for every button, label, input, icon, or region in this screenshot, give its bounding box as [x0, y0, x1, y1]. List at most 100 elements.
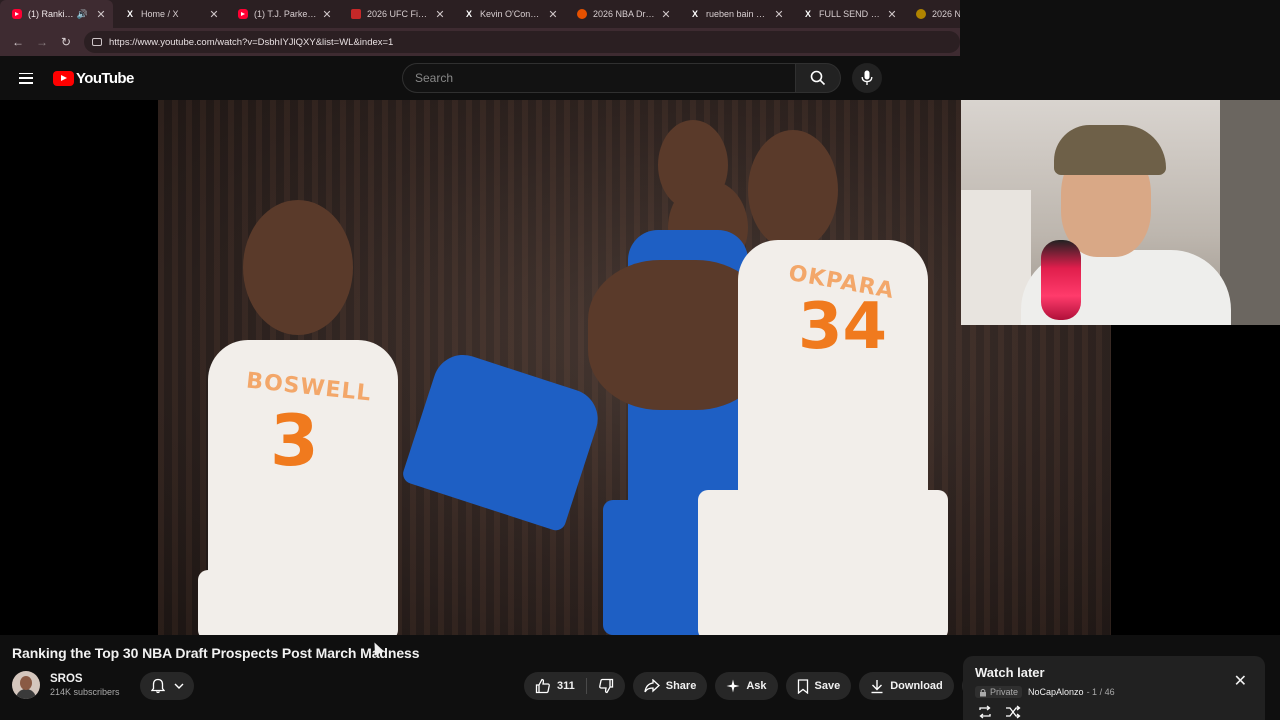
jersey-number: 34 — [798, 290, 888, 364]
close-icon[interactable]: ✕ — [547, 8, 559, 21]
microphone-icon — [861, 70, 873, 85]
webcam-overlay — [961, 100, 1280, 325]
share-icon — [644, 679, 660, 693]
url-field[interactable]: https://www.youtube.com/watch?v=DsbhIYJl… — [84, 31, 960, 53]
site-info-icon[interactable] — [92, 38, 102, 46]
like-count: 311 — [557, 680, 575, 692]
tab-label: Home / X — [141, 9, 179, 19]
share-button[interactable]: Share — [632, 672, 708, 700]
browser-tab-x-home[interactable]: X Home / X ✕ — [113, 0, 226, 28]
browser-tab-nba-draft[interactable]: 2026 NBA Draft L ✕ — [565, 0, 678, 28]
tennessee-shorts — [698, 490, 948, 635]
close-icon[interactable]: ✕ — [95, 8, 107, 21]
channel-name[interactable]: SROS — [50, 673, 120, 685]
youtube-icon — [238, 9, 248, 19]
x-icon: X — [126, 9, 133, 19]
microphone — [1041, 240, 1081, 320]
page-scroll-area — [0, 712, 960, 720]
channel-avatar[interactable] — [12, 671, 40, 699]
subscriber-count: 214K subscribers — [50, 687, 120, 697]
tab-label: 2026 NF — [932, 9, 960, 19]
chevron-down-icon — [174, 683, 183, 689]
forward-arrow-icon[interactable]: → — [30, 35, 54, 49]
speaker-icon[interactable]: 🔊 — [77, 9, 88, 20]
watch-later-panel: Watch later Private NoCapAlonzo - 1 / 46… — [963, 656, 1265, 720]
menu-icon[interactable] — [19, 72, 33, 84]
search-button[interactable] — [795, 63, 841, 93]
reload-icon[interactable]: ↻ — [54, 35, 78, 49]
tab-label: FULL SEND MMA — [819, 9, 882, 19]
playlist-controls — [977, 705, 1021, 719]
back-arrow-icon[interactable]: ← — [6, 35, 30, 49]
notification-bell-button[interactable] — [140, 672, 194, 700]
tab-label: 2026 UFC Fightce — [367, 9, 430, 19]
bell-icon — [150, 678, 165, 694]
tab-label: rueben bain cashe — [706, 9, 769, 19]
privacy-label: Private — [990, 687, 1019, 697]
like-dislike-group: 311 — [524, 672, 625, 700]
playlist-position: - 1 / 46 — [1086, 687, 1115, 697]
search-input[interactable]: Search — [402, 63, 795, 93]
bookmark-icon — [797, 678, 808, 694]
download-label: Download — [890, 680, 943, 692]
close-icon[interactable]: ✕ — [1234, 671, 1247, 691]
ufc-icon — [351, 9, 361, 19]
dislike-button[interactable] — [587, 672, 625, 700]
webcam-shelf — [1220, 100, 1280, 325]
download-button[interactable]: Download — [859, 672, 954, 700]
site-icon — [577, 9, 587, 19]
youtube-icon — [12, 9, 22, 19]
like-button[interactable]: 311 — [524, 672, 586, 700]
ask-button[interactable]: Ask — [715, 672, 778, 700]
youtube-logo[interactable]: YouTube — [53, 70, 134, 87]
url-text: https://www.youtube.com/watch?v=DsbhIYJl… — [109, 36, 394, 48]
close-icon[interactable]: ✕ — [886, 8, 898, 21]
playlist-owner[interactable]: NoCapAlonzo — [1028, 687, 1084, 697]
sparkle-icon — [726, 679, 740, 693]
browser-tab-youtube[interactable]: (1) T.J. Parker Full ✕ — [226, 0, 339, 28]
browser-tab-nfl[interactable]: 2026 NF — [904, 0, 960, 28]
privacy-badge: Private — [975, 686, 1023, 698]
youtube-play-icon — [53, 70, 74, 86]
ask-label: Ask — [746, 680, 767, 692]
site-icon — [916, 9, 926, 19]
x-icon: X — [691, 9, 698, 19]
x-icon: X — [465, 9, 472, 19]
close-icon[interactable]: ✕ — [434, 8, 446, 21]
share-label: Share — [665, 680, 697, 692]
video-player[interactable]: BOSWELL 3 OKPARA 34 — [0, 100, 1280, 635]
tennessee-shorts — [198, 570, 398, 635]
video-title: Ranking the Top 30 NBA Draft Prospects P… — [12, 645, 420, 661]
browser-tab-ufc[interactable]: 2026 UFC Fightce ✕ — [339, 0, 452, 28]
youtube-header: YouTube Search — [0, 56, 960, 100]
save-button[interactable]: Save — [785, 672, 852, 700]
youtube-wordmark: YouTube — [76, 69, 134, 87]
browser-tab-x-fullsend[interactable]: X FULL SEND MMA ✕ — [791, 0, 904, 28]
playlist-title[interactable]: Watch later — [975, 665, 1253, 680]
close-icon[interactable]: ✕ — [773, 8, 785, 21]
tab-label: Kevin O'Connor o — [480, 9, 543, 19]
video-actions: 311 Share Ask Save Download ⋯ — [524, 672, 990, 700]
x-icon: X — [804, 9, 811, 19]
close-icon[interactable]: ✕ — [208, 8, 220, 21]
playlist-meta: Private NoCapAlonzo - 1 / 46 — [975, 686, 1253, 698]
search-icon — [810, 70, 826, 86]
close-icon[interactable]: ✕ — [660, 8, 672, 21]
loop-icon[interactable] — [977, 705, 993, 719]
channel-info: SROS 214K subscribers — [12, 671, 120, 699]
thumbs-up-icon — [535, 678, 550, 694]
save-label: Save — [814, 680, 841, 692]
close-icon[interactable]: ✕ — [321, 8, 333, 21]
browser-tab-x-kevin[interactable]: X Kevin O'Connor o ✕ — [452, 0, 565, 28]
voice-search-button[interactable] — [852, 63, 882, 93]
streamer-cap — [1054, 125, 1166, 175]
address-bar-row: ← → ↻ https://www.youtube.com/watch?v=Ds… — [0, 28, 960, 56]
browser-tab-youtube-active[interactable]: (1) Ranking th 🔊 ✕ — [0, 0, 113, 28]
tab-label: (1) T.J. Parker Full — [254, 9, 317, 19]
browser-tab-x-rueben[interactable]: X rueben bain cashe ✕ — [678, 0, 791, 28]
jersey-number: 3 — [270, 400, 319, 482]
player-head — [243, 200, 353, 335]
tab-label: (1) Ranking th — [28, 9, 77, 19]
browser-tab-strip: (1) Ranking th 🔊 ✕ X Home / X ✕ (1) T.J.… — [0, 0, 960, 28]
shuffle-icon[interactable] — [1005, 705, 1021, 719]
